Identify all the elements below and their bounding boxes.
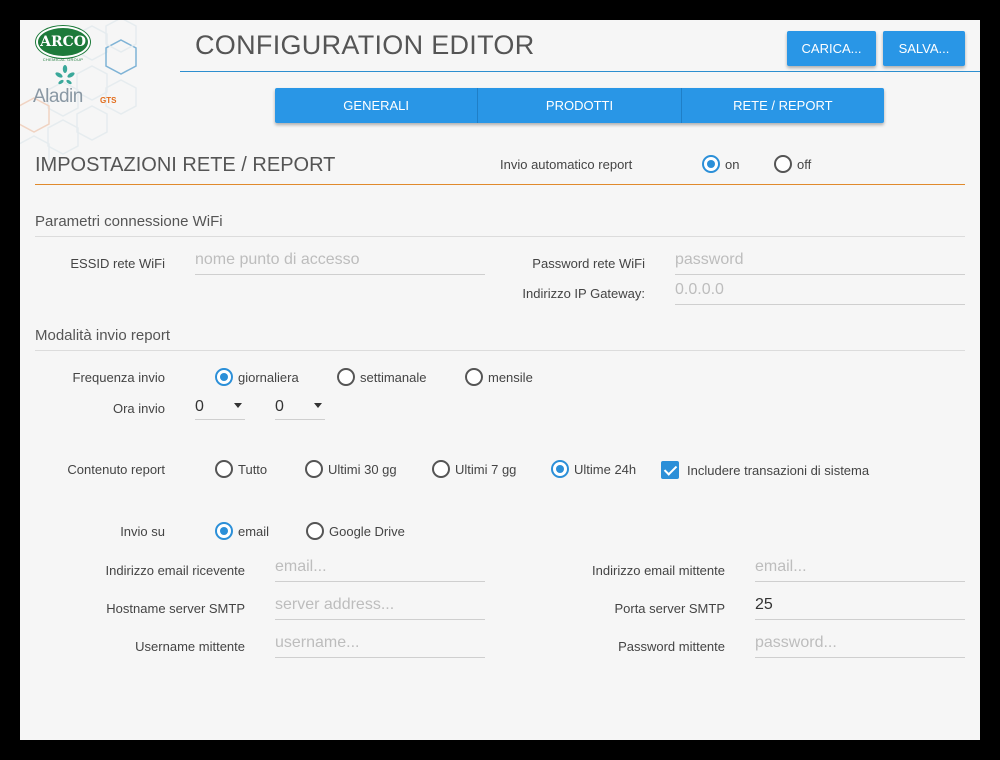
auto-report-on-label: on [725, 156, 740, 172]
radio-selected-icon [702, 155, 720, 173]
radio-selected-icon [215, 522, 233, 540]
gts-logo: GTS [100, 96, 117, 105]
radio-selected-icon [551, 460, 569, 478]
chevron-down-icon [314, 403, 322, 408]
report-subtitle: Modalità invio report [35, 327, 171, 344]
auto-report-label: Invio automatico report [500, 157, 633, 172]
content-label: Contenuto report [67, 462, 165, 477]
frequency-daily-label: giornaliera [238, 369, 299, 385]
send-via-drive-label: Google Drive [329, 523, 405, 539]
tab-generali[interactable]: GENERALI [275, 88, 479, 123]
content-7d-label: Ultimi 7 gg [455, 461, 517, 477]
username-input[interactable]: username... [275, 632, 485, 658]
checkbox-checked-icon [661, 461, 679, 479]
send-via-drive-radio[interactable]: Google Drive [306, 522, 405, 540]
include-system-checkbox[interactable]: Includere transazioni di sistema [661, 461, 869, 479]
sender-label: Indirizzo email mittente [592, 563, 725, 578]
send-via-email-label: email [238, 523, 270, 539]
content-30d-radio[interactable]: Ultimi 30 gg [305, 460, 397, 478]
radio-selected-icon [215, 368, 233, 386]
wifi-subtitle: Parametri connessione WiFi [35, 213, 223, 230]
frequency-weekly-label: settimanale [360, 369, 427, 385]
smtp-port-label: Porta server SMTP [614, 601, 725, 616]
config-editor-window: ARCO CHEMICAL GROUP Aladin GTS CONFIGURA… [20, 20, 980, 740]
tab-bar: GENERALI PRODOTTI RETE / REPORT [275, 88, 884, 123]
hour-value: 0 [195, 398, 204, 415]
radio-unselected-icon [215, 460, 233, 478]
sender-password-label: Password mittente [618, 639, 725, 654]
smtp-port-input[interactable]: 25 [755, 594, 965, 620]
wifi-divider [35, 236, 965, 237]
load-button[interactable]: CARICA... [787, 31, 876, 66]
frequency-monthly-label: mensile [488, 369, 533, 385]
auto-report-off-radio[interactable]: off [774, 155, 811, 173]
gateway-label: Indirizzo IP Gateway: [522, 286, 645, 301]
radio-unselected-icon [774, 155, 792, 173]
content-7d-radio[interactable]: Ultimi 7 gg [432, 460, 516, 478]
wifi-password-input[interactable]: password [675, 249, 965, 275]
arco-logo-subtitle: CHEMICAL GROUP [42, 57, 84, 62]
recipient-label: Indirizzo email ricevente [105, 563, 245, 578]
content-all-radio[interactable]: Tutto [215, 460, 267, 478]
content-24h-label: Ultime 24h [574, 461, 637, 477]
save-button[interactable]: SALVA... [883, 31, 965, 66]
smtp-host-label: Hostname server SMTP [106, 601, 245, 616]
chevron-down-icon [234, 403, 242, 408]
gateway-input[interactable]: 0.0.0.0 [675, 279, 965, 305]
hour-select[interactable]: 0 [195, 394, 245, 420]
content-24h-radio[interactable]: Ultime 24h [551, 460, 636, 478]
header-divider [180, 71, 980, 72]
include-system-label: Includere transazioni di sistema [687, 462, 870, 478]
tab-rete-report[interactable]: RETE / REPORT [682, 88, 884, 123]
content-30d-label: Ultimi 30 gg [328, 461, 397, 477]
tab-prodotti[interactable]: PRODOTTI [478, 88, 682, 123]
frequency-daily-radio[interactable]: giornaliera [215, 368, 299, 386]
minute-value: 0 [275, 398, 284, 415]
send-via-email-radio[interactable]: email [215, 522, 269, 540]
essid-input[interactable]: nome punto di accesso [195, 249, 485, 275]
time-label: Ora invio [112, 401, 165, 416]
auto-report-on-radio[interactable]: on [702, 155, 739, 173]
wifi-password-label: Password rete WiFi [532, 256, 645, 271]
aladin-leaf-icon [55, 65, 75, 85]
page-title: CONFIGURATION EDITOR [195, 30, 535, 60]
minute-select[interactable]: 0 [275, 394, 325, 420]
username-label: Username mittente [135, 639, 245, 654]
sender-email-input[interactable]: email... [755, 556, 965, 582]
sender-password-input[interactable]: password... [755, 632, 965, 658]
send-via-label: Invio su [120, 524, 165, 539]
frequency-monthly-radio[interactable]: mensile [465, 368, 533, 386]
aladin-logo: Aladin [33, 86, 83, 107]
radio-unselected-icon [337, 368, 355, 386]
arco-logo: ARCO [36, 26, 90, 58]
section-divider [35, 184, 965, 185]
section-title: IMPOSTAZIONI RETE / REPORT [35, 154, 336, 176]
radio-unselected-icon [432, 460, 450, 478]
radio-unselected-icon [465, 368, 483, 386]
report-divider [35, 350, 965, 351]
frequency-weekly-radio[interactable]: settimanale [337, 368, 426, 386]
content-all-label: Tutto [238, 461, 268, 477]
recipient-email-input[interactable]: email... [275, 556, 485, 582]
radio-unselected-icon [305, 460, 323, 478]
radio-unselected-icon [306, 522, 324, 540]
smtp-host-input[interactable]: server address... [275, 594, 485, 620]
auto-report-off-label: off [797, 156, 812, 172]
essid-label: ESSID rete WiFi [70, 256, 165, 271]
frequency-label: Frequenza invio [72, 370, 166, 385]
